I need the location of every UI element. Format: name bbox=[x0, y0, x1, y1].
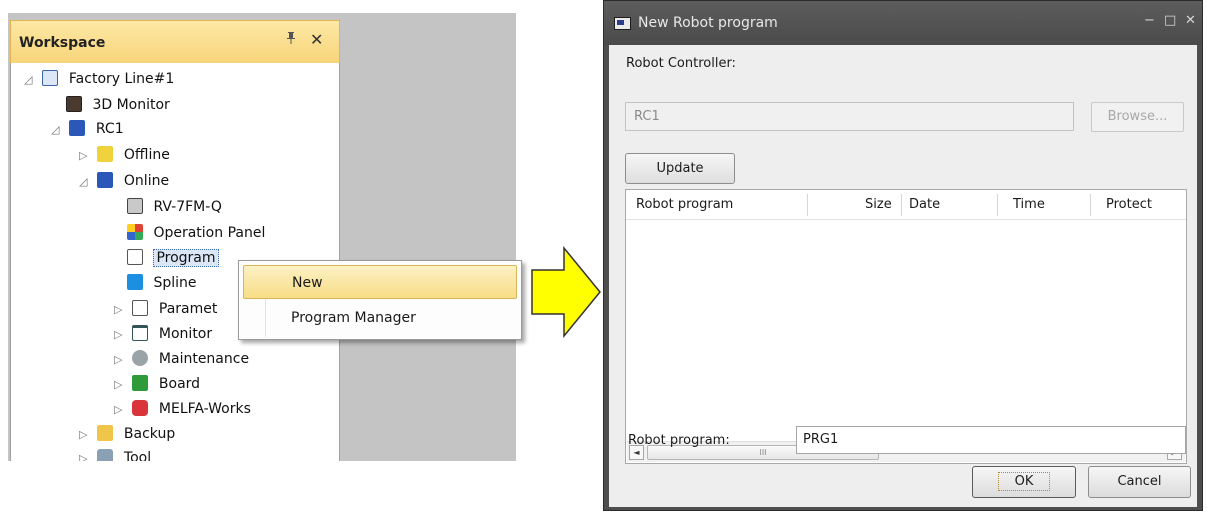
menu-item-new[interactable]: New bbox=[243, 265, 517, 299]
list-header: Robot program Size Date Time Protect bbox=[626, 190, 1186, 220]
column-header-protect[interactable]: Protect bbox=[1106, 190, 1152, 220]
column-header-time[interactable]: Time bbox=[1013, 190, 1045, 220]
column-separator[interactable] bbox=[997, 194, 998, 216]
workspace-header: Workspace ✕ bbox=[10, 20, 340, 64]
tree-node-label: Board bbox=[158, 376, 201, 392]
close-icon[interactable]: ✕ bbox=[310, 30, 323, 49]
robot-program-label: Robot program: bbox=[628, 433, 730, 448]
collapse-icon[interactable]: ◿ bbox=[79, 171, 93, 193]
robot-controller-field: RC1 bbox=[625, 102, 1074, 131]
program-list[interactable]: Robot program Size Date Time Protect ◄ I… bbox=[625, 189, 1187, 464]
minimize-icon[interactable]: − bbox=[1144, 13, 1155, 28]
column-header-size[interactable]: Size bbox=[865, 190, 892, 220]
tree-node-label: Program bbox=[153, 249, 219, 267]
tree-node-3d-monitor[interactable]: 3D Monitor bbox=[66, 94, 170, 116]
column-header-robot-program[interactable]: Robot program bbox=[636, 190, 733, 220]
tree-node-label: Paramet bbox=[158, 301, 218, 317]
collapse-icon[interactable]: ◿ bbox=[24, 69, 38, 91]
column-separator[interactable] bbox=[901, 194, 902, 216]
right-arrow-icon bbox=[531, 246, 601, 338]
robot-program-input[interactable]: PRG1 bbox=[796, 426, 1186, 454]
menu-item-label: Program Manager bbox=[291, 310, 416, 326]
tree-node-melfa-works[interactable]: ▷ MELFA-Works bbox=[114, 398, 251, 420]
tree-node-operation-panel[interactable]: Operation Panel bbox=[127, 222, 265, 244]
operation-panel-icon bbox=[127, 224, 143, 240]
workspace-title: Workspace bbox=[19, 35, 106, 51]
tree-node-label: Backup bbox=[123, 426, 176, 442]
expand-icon[interactable]: ▷ bbox=[79, 424, 93, 446]
context-menu: New Program Manager bbox=[238, 260, 522, 340]
tree-node-parameter[interactable]: ▷ Paramet bbox=[114, 298, 217, 320]
tree-node-rc1[interactable]: ◿ RC1 bbox=[51, 118, 124, 140]
expand-icon[interactable]: ▷ bbox=[114, 349, 128, 371]
tree-node-label: Maintenance bbox=[158, 351, 250, 367]
cancel-button[interactable]: Cancel bbox=[1088, 466, 1191, 498]
tool-icon bbox=[97, 449, 114, 461]
tree-node-program[interactable]: Program bbox=[127, 247, 219, 269]
browse-button: Browse... bbox=[1091, 102, 1184, 132]
tree-node-factory-line[interactable]: ◿ Factory Line#1 bbox=[24, 68, 174, 90]
offline-icon bbox=[97, 146, 114, 162]
dialog-title: New Robot program bbox=[638, 15, 778, 31]
tree-node-tool[interactable]: ▷ Tool bbox=[79, 447, 151, 461]
tree-node-board[interactable]: ▷ Board bbox=[114, 373, 200, 395]
column-separator[interactable] bbox=[807, 194, 808, 216]
tree-node-label: Factory Line#1 bbox=[68, 71, 175, 87]
program-icon bbox=[127, 249, 143, 265]
menu-item-program-manager[interactable]: Program Manager bbox=[243, 301, 517, 335]
tree-node-label: Online bbox=[123, 173, 170, 189]
menu-item-label: New bbox=[292, 275, 323, 291]
tree-node-label: Operation Panel bbox=[153, 225, 266, 241]
expand-icon[interactable]: ▷ bbox=[79, 145, 93, 167]
monitor-icon bbox=[132, 325, 149, 341]
ok-button[interactable]: OK bbox=[972, 466, 1076, 498]
tree-node-label: MELFA-Works bbox=[158, 401, 251, 417]
pin-icon[interactable] bbox=[286, 31, 296, 49]
robot-controller-icon bbox=[69, 120, 86, 136]
tree-node-spline[interactable]: Spline bbox=[127, 272, 197, 294]
collapse-icon[interactable]: ◿ bbox=[51, 119, 65, 141]
dialog-body: Robot Controller: RC1 Browse... Update R… bbox=[609, 45, 1197, 507]
3d-monitor-icon bbox=[66, 96, 82, 112]
close-icon[interactable]: ✕ bbox=[1185, 13, 1196, 28]
tree-node-maintenance[interactable]: ▷ Maintenance bbox=[114, 348, 249, 370]
backup-icon bbox=[97, 425, 114, 441]
tree-node-label: RC1 bbox=[95, 121, 124, 137]
workspace-panel: Workspace ✕ ◿ Factory Line#1 3D Monitor … bbox=[8, 13, 516, 461]
dialog-titlebar[interactable]: New Robot program − □ ✕ bbox=[604, 1, 1202, 45]
factory-line-icon bbox=[42, 70, 59, 86]
tree-node-offline[interactable]: ▷ Offline bbox=[79, 144, 170, 166]
expand-icon[interactable]: ▷ bbox=[114, 324, 128, 346]
tree-node-label: Offline bbox=[123, 147, 170, 163]
maintenance-icon bbox=[132, 350, 149, 366]
tree-node-label: 3D Monitor bbox=[92, 97, 170, 113]
tree-node-monitor[interactable]: ▷ Monitor bbox=[114, 323, 212, 345]
board-icon bbox=[132, 375, 149, 391]
robot-controller-label: Robot Controller: bbox=[626, 56, 736, 71]
tree-node-label: Monitor bbox=[158, 326, 213, 342]
maximize-icon[interactable]: □ bbox=[1164, 13, 1176, 28]
tree-node-backup[interactable]: ▷ Backup bbox=[79, 423, 175, 445]
expand-icon[interactable]: ▷ bbox=[114, 374, 128, 396]
new-robot-program-dialog: New Robot program − □ ✕ Robot Controller… bbox=[603, 0, 1203, 511]
parameter-icon bbox=[132, 300, 149, 316]
tree-node-label: Tool bbox=[123, 450, 152, 461]
column-separator[interactable] bbox=[1090, 194, 1091, 216]
expand-icon[interactable]: ▷ bbox=[79, 448, 93, 461]
online-icon bbox=[97, 172, 114, 188]
ok-button-label: OK bbox=[997, 472, 1051, 491]
tree-node-online[interactable]: ◿ Online bbox=[79, 170, 169, 192]
update-button[interactable]: Update bbox=[625, 153, 735, 184]
tree-node-robot-model[interactable]: RV-7FM-Q bbox=[127, 196, 222, 218]
tree-node-label: Spline bbox=[153, 275, 197, 291]
melfa-works-icon bbox=[132, 400, 149, 416]
spline-icon bbox=[127, 274, 143, 290]
expand-icon[interactable]: ▷ bbox=[114, 399, 128, 421]
window-icon bbox=[614, 17, 631, 30]
tree-node-label: RV-7FM-Q bbox=[153, 199, 222, 215]
column-header-date[interactable]: Date bbox=[909, 190, 940, 220]
expand-icon[interactable]: ▷ bbox=[114, 299, 128, 321]
robot-model-icon bbox=[127, 198, 143, 214]
